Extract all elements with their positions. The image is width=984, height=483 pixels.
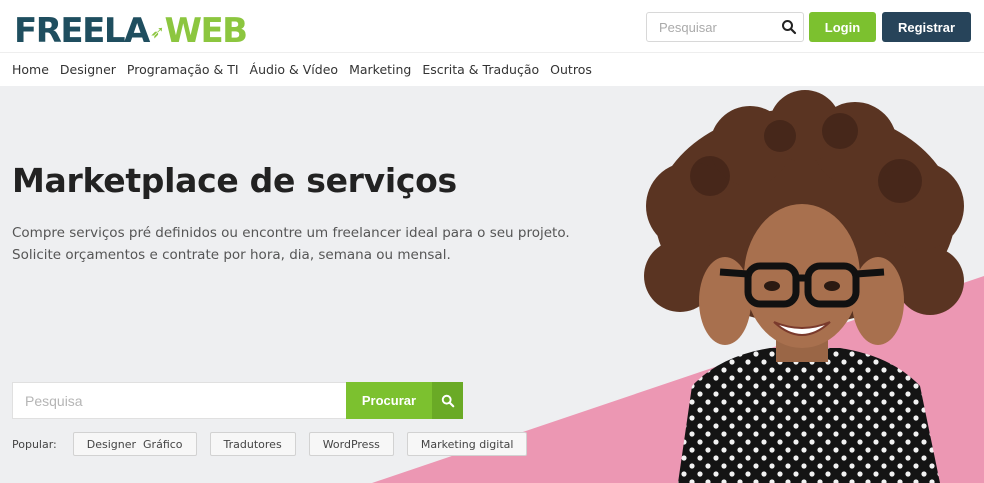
nav-item-designer[interactable]: Designer <box>60 62 116 77</box>
popular-tag[interactable]: Marketing digital <box>406 432 528 456</box>
header-search-input[interactable] <box>647 13 775 41</box>
nav-item-programacao[interactable]: Programação & TI <box>127 62 239 77</box>
logo-text-freela: FREELA <box>14 11 150 51</box>
popular-label: Popular: <box>12 437 57 451</box>
nav-item-escrita-traducao[interactable]: Escrita & Tradução <box>422 62 539 77</box>
popular-tag[interactable]: Designer Gráfico <box>72 432 197 456</box>
freelaweb-logo[interactable]: FREELA ➶ WEB <box>14 8 248 51</box>
hero-subtitle: Compre serviços pré definidos ou encontr… <box>12 225 570 263</box>
popular-searches: Popular: Designer Gráfico Tradutores Wor… <box>12 432 540 456</box>
hero-search: Procurar <box>12 382 463 419</box>
procurar-button[interactable]: Procurar <box>346 382 432 419</box>
hero-title: Marketplace de serviços <box>12 161 457 200</box>
popular-tag[interactable]: Tradutores <box>209 432 296 456</box>
search-icon <box>441 394 454 407</box>
hero-search-input[interactable] <box>12 382 346 419</box>
hero-search-icon-button[interactable] <box>432 382 463 419</box>
hero-person-photo <box>644 90 964 483</box>
search-icon[interactable] <box>781 19 797 35</box>
nav-item-outros[interactable]: Outros <box>550 62 592 77</box>
header: FREELA ➶ WEB Login Registrar <box>0 0 984 52</box>
nav-item-marketing[interactable]: Marketing <box>349 62 411 77</box>
logo-text-web: WEB <box>164 11 248 51</box>
login-button[interactable]: Login <box>809 12 876 42</box>
popular-tag[interactable]: WordPress <box>308 432 394 456</box>
register-button[interactable]: Registrar <box>882 12 971 42</box>
header-search <box>646 12 804 42</box>
nav-item-home[interactable]: Home <box>12 62 49 77</box>
category-nav: Home Designer Programação & TI Áudio & V… <box>0 52 984 86</box>
logo-arrow-icon: ➶ <box>149 22 165 43</box>
hero-section: Marketplace de serviços Compre serviços … <box>0 86 984 483</box>
nav-item-audio-video[interactable]: Áudio & Vídeo <box>250 62 339 77</box>
